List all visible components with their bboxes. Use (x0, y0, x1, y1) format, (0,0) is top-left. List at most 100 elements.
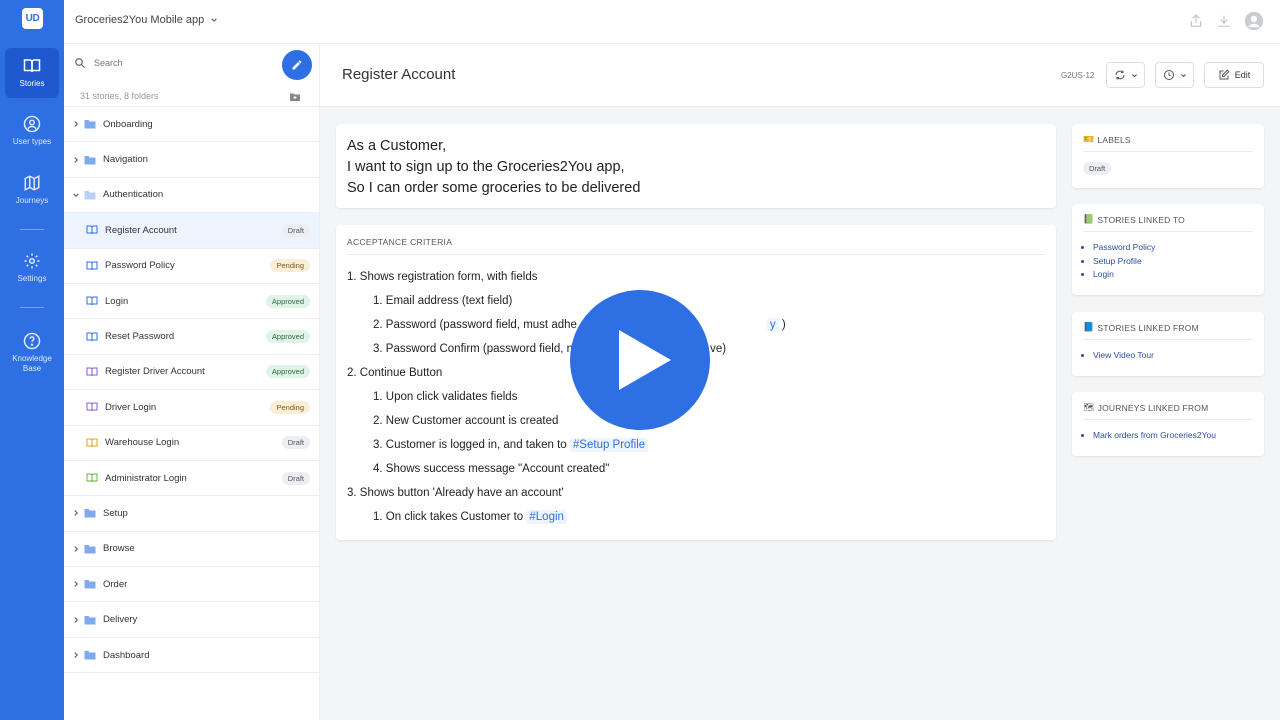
side-nav-rail: UD Stories User types Journeys Settings … (0, 0, 64, 720)
story-row[interactable]: Reset Password Approved (64, 319, 319, 355)
search-bar (74, 57, 254, 69)
chevron-right-icon[interactable] (72, 120, 80, 128)
story-name: Login (105, 295, 129, 307)
video-play-button[interactable] (570, 290, 710, 430)
linked-story[interactable]: Password Policy (1093, 241, 1253, 255)
folder-name: Onboarding (103, 118, 153, 130)
sync-button[interactable] (1106, 62, 1145, 88)
journeys-linked-from-card: 🗺 JOURNEYS LINKED FROM Mark orders from … (1072, 392, 1264, 456)
account-avatar-icon[interactable] (1244, 11, 1264, 31)
folder-name: Delivery (103, 614, 138, 626)
folder-name: Setup (103, 507, 128, 519)
nav-settings[interactable]: Settings (5, 243, 59, 293)
book-icon (86, 261, 98, 270)
criteria-item: 1. Upon click validates fields (373, 391, 518, 403)
criteria-text: 1. On click takes Customer to (373, 511, 527, 523)
heading-text: STORIES LINKED TO (1097, 214, 1185, 225)
criteria-item: 1. Email address (text field) (373, 295, 513, 307)
folder-icon (84, 615, 96, 625)
history-button[interactable] (1155, 62, 1194, 88)
chevron-right-icon[interactable] (72, 156, 80, 164)
story-link-tag[interactable]: y (766, 318, 779, 332)
folder-name: Dashboard (103, 649, 150, 661)
folder-row[interactable]: Navigation (64, 142, 319, 178)
chevron-down-icon (211, 18, 218, 23)
nav-label: User types (12, 137, 52, 146)
folder-row[interactable]: Authentication (64, 178, 319, 214)
chevron-right-icon[interactable] (72, 580, 80, 588)
criteria-item: 1. Shows registration form, with fields (347, 271, 538, 283)
share-icon[interactable] (1188, 13, 1204, 29)
criteria-heading: ACCEPTANCE CRITERIA (347, 237, 453, 247)
story-row[interactable]: Register Account Draft (64, 213, 319, 249)
story-link-tag[interactable]: #Setup Profile (569, 438, 649, 452)
chevron-right-icon[interactable] (72, 545, 80, 553)
story-link-tag[interactable]: #Login (526, 510, 567, 524)
chevron-right-icon[interactable] (72, 509, 80, 517)
edit-button[interactable]: Edit (1204, 62, 1264, 88)
story-row[interactable]: Register Driver Account Approved (64, 355, 319, 391)
add-folder-icon[interactable] (289, 91, 301, 103)
status-badge: Draft (281, 436, 310, 450)
folder-row[interactable]: Delivery (64, 602, 319, 638)
download-icon[interactable] (1216, 13, 1232, 29)
chevron-down-icon (1180, 73, 1186, 77)
criteria-item: 2. New Customer account is created (373, 415, 559, 427)
folder-name: Navigation (103, 154, 148, 166)
book-icon (86, 402, 98, 412)
new-story-button[interactable] (282, 50, 312, 80)
story-row[interactable]: Login Approved (64, 284, 319, 320)
nav-journeys[interactable]: Journeys (5, 165, 59, 215)
story-row[interactable]: Driver Login Pending (64, 390, 319, 426)
folder-icon (84, 155, 96, 165)
story-count: 31 stories, 8 folders (80, 91, 159, 101)
nav-label: Stories (19, 79, 45, 88)
folder-row[interactable]: Browse (64, 532, 319, 568)
heading-text: JOURNEYS LINKED FROM (1097, 402, 1209, 413)
criteria-text: ve) (710, 343, 727, 355)
folder-row[interactable]: Order (64, 567, 319, 603)
criteria-item: 3. Password Confirm (password field, n ve… (347, 342, 786, 366)
story-name: Warehouse Login (105, 437, 180, 449)
edit-icon (1219, 69, 1230, 80)
story-row[interactable]: Administrator Login Draft (64, 461, 319, 497)
app-logo[interactable]: UD (22, 8, 43, 29)
story-row[interactable]: Password Policy Pending (64, 249, 319, 284)
criteria-text: ) (778, 319, 786, 331)
linked-story[interactable]: Login (1093, 268, 1253, 282)
story-name: Password Policy (105, 260, 175, 272)
chevron-right-icon[interactable] (72, 616, 80, 624)
folder-row[interactable]: Setup (64, 496, 319, 532)
status-badge: Approved (265, 294, 310, 308)
user-circle-icon (23, 115, 41, 133)
nav-label: Journeys (15, 196, 49, 205)
nav-knowledge-base[interactable]: Knowledge Base (5, 325, 59, 381)
book-icon (86, 332, 98, 341)
statement-line: So I can order some groceries to be deli… (347, 180, 641, 196)
project-switcher[interactable]: Groceries2You Mobile app (75, 14, 218, 26)
nav-user-types[interactable]: User types (5, 106, 59, 156)
criteria-item: 2. Password (password field, must adhe y … (347, 318, 786, 342)
search-input[interactable] (94, 58, 254, 68)
label-badge[interactable]: Draft (1083, 162, 1112, 175)
linked-from-list: View Video Tour (1083, 349, 1253, 363)
folder-row[interactable]: Onboarding (64, 107, 319, 143)
folder-row[interactable]: Dashboard (64, 638, 319, 674)
linked-story[interactable]: View Video Tour (1093, 349, 1253, 363)
linked-journey[interactable]: Mark orders from Groceries2You (1093, 429, 1253, 443)
folder-open-icon (84, 190, 96, 200)
folder-icon (84, 580, 96, 589)
nav-stories[interactable]: Stories (5, 48, 59, 98)
sync-icon (1115, 70, 1124, 80)
story-name: Driver Login (105, 401, 157, 413)
status-badge: Draft (281, 471, 310, 485)
folder-icon (84, 120, 96, 129)
chevron-right-icon[interactable] (72, 651, 80, 659)
heading-text: STORIES LINKED FROM (1097, 322, 1199, 333)
story-row[interactable]: Warehouse Login Draft (64, 426, 319, 461)
linked-story[interactable]: Setup Profile (1093, 255, 1253, 269)
map-icon (24, 175, 40, 191)
chevron-down-icon[interactable] (72, 191, 80, 199)
story-header: Register Account G2US-12 Edit (320, 44, 1280, 107)
book-icon (86, 367, 98, 377)
